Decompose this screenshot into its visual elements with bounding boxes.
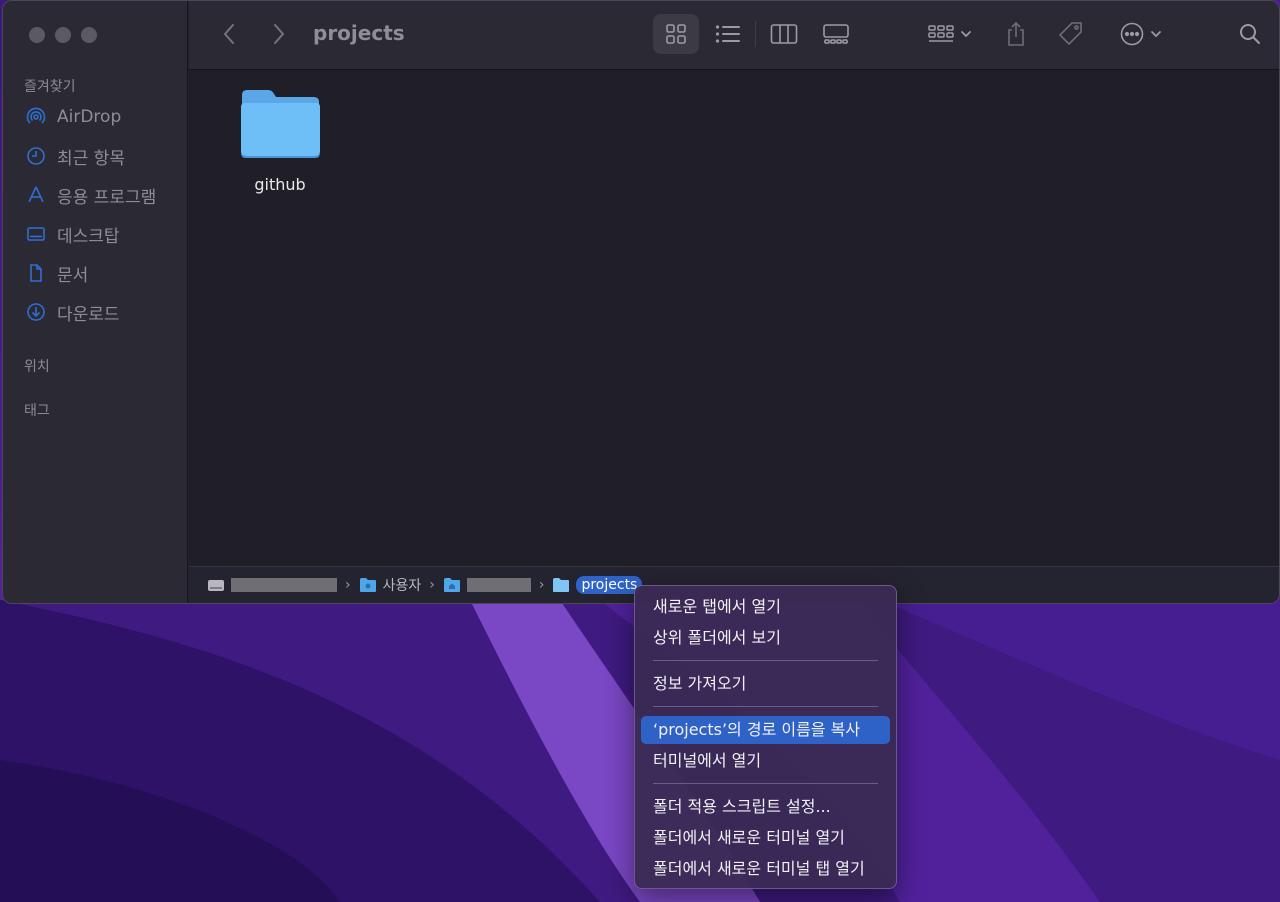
menu-separator bbox=[653, 660, 878, 661]
sidebar-item-downloads[interactable]: 다운로드 bbox=[25, 300, 120, 325]
folder-icon bbox=[241, 90, 320, 158]
path-crumb-projects[interactable]: projects bbox=[552, 576, 643, 594]
minimize-window-button[interactable] bbox=[55, 27, 71, 43]
menu-item-copy-pathname[interactable]: ‘projects’의 경로 이름을 복사 bbox=[641, 716, 890, 744]
path-separator: › bbox=[429, 577, 435, 593]
path-crumb-label: 사용자 bbox=[382, 578, 422, 594]
path-crumb-disk[interactable] bbox=[207, 577, 337, 593]
clock-icon bbox=[25, 145, 47, 167]
tag-button[interactable] bbox=[1053, 15, 1089, 53]
toolbar: projects bbox=[189, 1, 1279, 70]
zoom-window-button[interactable] bbox=[81, 27, 97, 43]
more-actions-button[interactable] bbox=[1115, 15, 1167, 53]
download-icon bbox=[25, 301, 47, 323]
path-separator: › bbox=[345, 577, 351, 593]
group-by-button[interactable] bbox=[923, 17, 977, 51]
home-folder-icon bbox=[443, 578, 460, 592]
forward-button[interactable] bbox=[267, 21, 291, 47]
document-icon bbox=[25, 262, 47, 284]
search-icon bbox=[1240, 24, 1260, 44]
file-name: github bbox=[254, 175, 306, 194]
column-view-button[interactable] bbox=[765, 14, 803, 54]
sidebar-item-label: 최근 항목 bbox=[57, 148, 125, 169]
close-window-button[interactable] bbox=[29, 27, 45, 43]
menu-separator bbox=[653, 783, 878, 784]
redacted-label bbox=[466, 578, 531, 592]
path-crumb-label: projects bbox=[576, 576, 643, 594]
grid-icon bbox=[666, 24, 686, 44]
menu-item-open-in-new-tab[interactable]: 새로운 탭에서 열기 bbox=[641, 593, 890, 621]
menu-item-show-in-enclosing-folder[interactable]: 상위 폴더에서 보기 bbox=[641, 624, 890, 652]
context-menu: 새로운 탭에서 열기 상위 폴더에서 보기 정보 가져오기 ‘projects’… bbox=[634, 585, 897, 889]
toolbar-divider bbox=[755, 21, 756, 47]
sidebar-tags-header[interactable]: 태그 bbox=[24, 400, 50, 420]
gallery-icon bbox=[823, 24, 849, 44]
tag-icon bbox=[1058, 22, 1082, 46]
path-crumb-users[interactable]: 사용자 bbox=[359, 575, 422, 595]
ellipsis-circle-icon bbox=[1120, 22, 1144, 46]
sidebar-item-airdrop[interactable]: AirDrop bbox=[25, 105, 121, 129]
chevron-down-icon bbox=[1151, 31, 1161, 38]
search-button[interactable] bbox=[1235, 19, 1265, 49]
sidebar-locations-header[interactable]: 위치 bbox=[24, 356, 50, 376]
sidebar-item-label: 다운로드 bbox=[57, 304, 120, 325]
menu-separator bbox=[653, 706, 878, 707]
sidebar-item-label: 응용 프로그램 bbox=[57, 187, 157, 208]
chevron-down-icon bbox=[961, 31, 971, 38]
folder-item-github[interactable]: github bbox=[239, 87, 321, 194]
sidebar-item-documents[interactable]: 문서 bbox=[25, 261, 89, 286]
menu-item-get-info[interactable]: 정보 가져오기 bbox=[641, 670, 890, 698]
menu-item-new-terminal-at-folder[interactable]: 폴더에서 새로운 터미널 열기 bbox=[641, 824, 890, 852]
finder-window: 즐겨찾기 AirDrop 최근 항목 응용 프로그램 데스크탑 문서 다운로드 … bbox=[2, 0, 1280, 604]
folder-icon bbox=[553, 578, 570, 592]
icon-view-button[interactable] bbox=[653, 14, 699, 54]
menu-item-folder-actions-setup[interactable]: 폴더 적용 스크립트 설정... bbox=[641, 793, 890, 821]
sidebar-item-label: 문서 bbox=[57, 265, 89, 286]
list-icon bbox=[715, 25, 740, 43]
group-icon bbox=[928, 25, 954, 42]
path-crumb-home[interactable] bbox=[443, 577, 531, 593]
applications-icon bbox=[25, 184, 47, 206]
columns-icon bbox=[770, 24, 798, 44]
share-icon bbox=[1008, 21, 1024, 46]
sidebar-favorites-header: 즐겨찾기 bbox=[24, 79, 76, 95]
gallery-view-button[interactable] bbox=[817, 14, 855, 54]
folder-icon bbox=[359, 578, 376, 592]
sidebar-item-label: AirDrop bbox=[57, 107, 122, 127]
window-controls bbox=[29, 27, 97, 43]
sidebar-item-label: 데스크탑 bbox=[57, 226, 120, 247]
share-button[interactable] bbox=[1001, 15, 1031, 53]
sidebar-item-desktop[interactable]: 데스크탑 bbox=[25, 222, 120, 247]
menu-item-open-in-terminal[interactable]: 터미널에서 열기 bbox=[641, 747, 890, 775]
chevron-right-icon bbox=[274, 24, 284, 44]
desktop-icon bbox=[25, 223, 47, 245]
chevron-left-icon bbox=[224, 24, 234, 44]
window-title: projects bbox=[313, 21, 405, 45]
disk-icon bbox=[208, 580, 224, 591]
list-view-button[interactable] bbox=[709, 14, 747, 54]
airdrop-icon bbox=[25, 106, 47, 128]
file-browser-content: github bbox=[189, 70, 1279, 566]
sidebar-item-recents[interactable]: 최근 항목 bbox=[25, 144, 125, 169]
back-button[interactable] bbox=[217, 21, 241, 47]
redacted-label bbox=[231, 578, 337, 592]
sidebar-item-applications[interactable]: 응용 프로그램 bbox=[25, 183, 157, 208]
path-separator: › bbox=[538, 577, 545, 593]
menu-item-new-terminal-tab-at-folder[interactable]: 폴더에서 새로운 터미널 탭 열기 bbox=[641, 855, 890, 883]
sidebar: 즐겨찾기 AirDrop 최근 항목 응용 프로그램 데스크탑 문서 다운로드 … bbox=[3, 1, 188, 603]
